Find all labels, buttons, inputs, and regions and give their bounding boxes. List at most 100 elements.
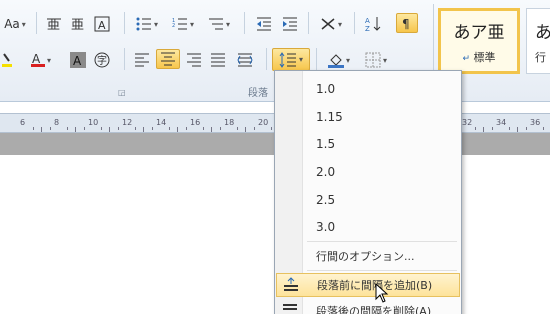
chevron-down-icon: ▾ [345,55,350,65]
divider [244,12,245,34]
divider [266,48,267,70]
chevron-down-icon: ▾ [337,19,342,29]
menu-item-label: 1.5 [316,137,336,151]
ruler-number: 8 [54,118,60,127]
ruler-tick [49,127,51,130]
change-case-button[interactable]: Aa ▾ [0,14,30,34]
ruler-tick [151,127,153,130]
enclosed-character-icon[interactable]: 字 [92,50,112,70]
justify-icon[interactable] [208,50,228,70]
line-spacing-3.0[interactable]: 3.0 [276,215,460,239]
menu-item-label: 1.0 [316,82,336,96]
divider [124,12,125,34]
ruler-tick [100,127,102,130]
style-sample: あ [535,22,550,43]
character-border-icon[interactable]: A [92,14,112,34]
shading-button[interactable]: ▾ [322,50,356,70]
ruler-tick [75,127,76,132]
remove-space-after-icon [282,302,298,314]
chevron-down-icon: ▾ [189,19,194,29]
borders-button[interactable]: ▾ [360,50,392,70]
multilevel-list-button[interactable]: ▾ [202,14,236,34]
add-space-before-paragraph[interactable]: 段落前に間隔を追加(B) [276,273,460,297]
ruler-tick [517,127,518,132]
remove-space-after-paragraph[interactable]: 段落後の間隔を削除(A) [276,299,460,314]
ruler-tick [41,127,42,132]
ruler-tick [219,127,221,130]
line-spacing-menu: 1.0 1.15 1.5 2.0 2.5 3.0 行間のオプション... 段落前… [274,70,462,314]
line-spacing-2.5[interactable]: 2.5 [276,188,460,212]
style-no-spacing[interactable]: あ 行 [526,8,550,74]
line-spacing-1.0[interactable]: 1.0 [276,77,460,101]
ruler-tick [508,127,510,130]
show-paragraph-marks-button[interactable]: ¶ [396,13,418,33]
ruler-number: 14 [156,118,167,127]
svg-text:亜: 亜 [71,18,84,32]
svg-text:亜: 亜 [47,18,60,32]
menu-divider [307,241,457,242]
chevron-down-icon: ▾ [153,19,158,29]
menu-item-label: 2.0 [316,165,336,179]
font-color-button[interactable]: A ▾ [26,50,56,70]
align-left-icon[interactable] [132,50,152,70]
svg-text:¶: ¶ [402,17,410,30]
svg-text:A: A [98,19,106,32]
ruler-number: 32 [462,118,473,127]
menu-item-label: 行間のオプション... [316,250,415,263]
chevron-down-icon: ▾ [225,19,230,29]
line-spacing-options[interactable]: 行間のオプション... [276,244,460,268]
paragraph-group-label: 段落 [248,88,268,99]
text-highlight-color-button[interactable] [0,50,14,70]
ruler-tick [491,127,493,130]
ruler-tick [253,127,255,130]
phonetic-guide-icon[interactable]: 亜 [44,14,64,34]
line-spacing-1.15[interactable]: 1.15 [276,105,460,129]
style-normal[interactable]: あア亜 ↵ 標準 [438,8,520,74]
ruler-number: 36 [530,118,541,127]
ruler-number: 10 [88,118,99,127]
svg-text:2: 2 [172,23,175,29]
add-space-before-icon [283,277,299,293]
ruler-number: 12 [122,118,133,127]
chevron-down-icon: ▾ [21,19,26,29]
increase-indent-icon[interactable] [280,14,300,34]
ruler-tick [134,127,136,130]
mouse-cursor-icon [375,282,389,307]
ruler-tick [202,127,204,130]
character-shading-icon[interactable]: A [68,50,88,70]
numbering-button[interactable]: 1 2 ▾ [168,14,198,34]
dialog-launcher-icon[interactable]: ◲ [118,88,126,97]
ruler-tick [117,127,119,130]
svg-text:Z: Z [365,25,370,32]
chevron-down-icon: ▾ [46,55,51,65]
chevron-down-icon: ▾ [382,55,387,65]
line-spacing-2.0[interactable]: 2.0 [276,160,460,184]
ruler-tick [143,127,144,132]
bullets-button[interactable]: ▾ [132,14,162,34]
ruler-tick [185,127,187,130]
ruler-number: 34 [496,118,507,127]
sort-icon[interactable]: AZ [362,14,386,34]
ruler-tick [474,127,476,130]
divider [316,48,317,70]
decrease-indent-icon[interactable] [254,14,274,34]
ruler-tick [542,127,544,130]
ruler-tick [109,127,110,132]
style-name: ↵ 標準 [462,50,496,64]
line-spacing-1.5[interactable]: 1.5 [276,132,460,156]
ruler-tick [168,127,170,130]
ruler-tick [270,127,272,130]
divider [36,12,37,34]
line-spacing-button[interactable]: ▾ [272,48,310,71]
svg-text:A: A [32,52,41,66]
ruler-tick [483,127,484,132]
text-direction-button[interactable]: ▾ [316,14,346,34]
enclose-characters-icon[interactable]: 亜 [68,14,88,34]
ruler-number: 18 [224,118,235,127]
align-center-icon[interactable] [156,49,180,69]
ruler-tick [83,127,85,130]
ruler-tick [525,127,527,130]
ruler-tick [245,127,246,132]
align-right-icon[interactable] [184,50,204,70]
distributed-icon[interactable] [232,50,258,70]
